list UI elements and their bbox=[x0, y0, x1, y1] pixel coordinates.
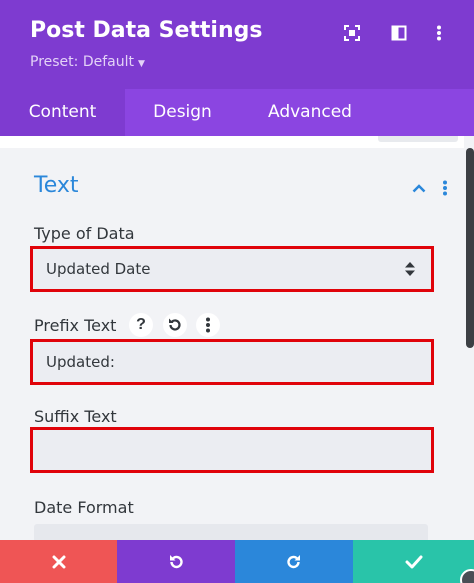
type-of-data-select[interactable]: Updated Date bbox=[30, 246, 434, 292]
prefix-text-value: Updated: bbox=[46, 353, 115, 371]
section-more-icon[interactable] bbox=[436, 179, 454, 197]
suffix-text-input[interactable] bbox=[30, 427, 434, 473]
tab-design[interactable]: Design bbox=[125, 89, 240, 136]
select-arrows-icon bbox=[405, 262, 415, 276]
prefix-text-label: Prefix Text bbox=[34, 316, 117, 335]
undo-button[interactable] bbox=[117, 540, 235, 583]
redo-button[interactable] bbox=[235, 540, 353, 583]
save-button[interactable] bbox=[353, 540, 474, 583]
preset-label: Preset: Default bbox=[30, 54, 134, 70]
redo-icon bbox=[287, 554, 300, 568]
chevron-up-icon[interactable] bbox=[410, 179, 428, 197]
tab-bar: Content Design Advanced bbox=[0, 89, 474, 136]
date-format-label: Date Format bbox=[34, 498, 134, 517]
help-bubble-icon[interactable] bbox=[460, 569, 474, 583]
sidebar-icon[interactable] bbox=[388, 22, 410, 44]
help-icon[interactable]: ? bbox=[129, 313, 153, 337]
type-of-data-label: Type of Data bbox=[34, 224, 135, 243]
action-bar bbox=[0, 540, 474, 583]
cancel-button[interactable] bbox=[0, 540, 117, 583]
scrollbar[interactable] bbox=[466, 148, 474, 348]
section-title[interactable]: Text bbox=[34, 173, 79, 198]
settings-header: Post Data Settings Preset: Default ▼ bbox=[0, 0, 474, 89]
suffix-text-label: Suffix Text bbox=[34, 407, 117, 426]
check-icon bbox=[405, 555, 422, 568]
undo-icon bbox=[170, 554, 183, 568]
modal-title: Post Data Settings bbox=[30, 18, 263, 43]
focus-icon[interactable] bbox=[341, 22, 363, 44]
date-format-select[interactable] bbox=[34, 524, 428, 540]
more-vertical-icon[interactable] bbox=[428, 22, 450, 44]
caret-down-icon: ▼ bbox=[137, 59, 145, 69]
prefix-text-input[interactable]: Updated: bbox=[30, 339, 434, 385]
close-icon bbox=[52, 555, 65, 568]
preset-dropdown[interactable]: Preset: Default ▼ bbox=[30, 54, 145, 70]
reset-icon[interactable] bbox=[163, 313, 187, 337]
settings-content: Text Type of Data Updated Date Prefix Te… bbox=[0, 136, 474, 540]
tab-content[interactable]: Content bbox=[0, 89, 125, 136]
type-of-data-value: Updated Date bbox=[46, 260, 151, 278]
top-strip bbox=[0, 136, 464, 148]
tab-advanced[interactable]: Advanced bbox=[240, 89, 380, 136]
field-more-icon[interactable] bbox=[196, 313, 220, 337]
